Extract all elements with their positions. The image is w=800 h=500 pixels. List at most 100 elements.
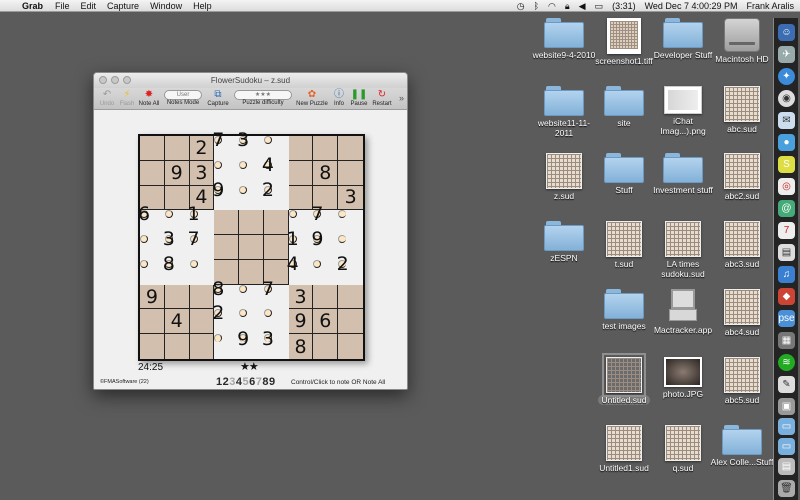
preview-icon[interactable]: ▤ <box>778 244 795 261</box>
desktop-icon[interactable]: Alex Colle...Stuff <box>710 425 774 467</box>
lock-icon[interactable]: 🔒︎ <box>565 1 570 12</box>
wifi-icon[interactable]: ◠ <box>548 1 556 12</box>
app-icon[interactable]: ▦ <box>778 332 795 349</box>
sudoku-cell[interactable] <box>338 309 363 335</box>
sudoku-cell[interactable]: 2 <box>337 253 349 275</box>
sudoku-cell[interactable] <box>313 334 339 359</box>
sudoku-cell[interactable] <box>338 334 363 359</box>
sudoku-cell[interactable] <box>214 235 240 260</box>
digit-button[interactable]: 8 <box>262 376 269 388</box>
toolbar-overflow-icon[interactable]: » <box>399 93 404 103</box>
sudoku-cell[interactable]: 2 <box>212 302 224 324</box>
desktop-icon[interactable]: t.sud <box>592 221 656 269</box>
digit-button[interactable]: 3 <box>229 376 236 388</box>
bluetooth-icon[interactable]: ᛒ <box>534 1 539 11</box>
sudoku-cell[interactable] <box>189 284 215 310</box>
sudoku-cell[interactable] <box>140 334 165 359</box>
sudoku-cell[interactable] <box>263 136 272 144</box>
capture-button[interactable]: ⧉ Capture <box>206 89 230 107</box>
user-name[interactable]: Frank Aralis <box>746 1 794 11</box>
sudoku-cell[interactable]: 6 <box>138 203 150 225</box>
digit-button[interactable]: 9 <box>269 376 276 388</box>
sudoku-cell[interactable] <box>239 160 248 169</box>
sudoku-cell[interactable] <box>164 185 190 211</box>
battery-time[interactable]: (3:31) <box>612 1 636 11</box>
battery-icon[interactable]: ▭ <box>595 1 604 12</box>
desktop-icon[interactable]: Macintosh HD <box>710 18 774 64</box>
app-icon[interactable]: ◆ <box>778 288 795 305</box>
sudoku-cell[interactable]: 8 <box>212 278 224 300</box>
folder-stack-icon[interactable]: ▭ <box>778 418 795 435</box>
sudoku-cell[interactable]: 3 <box>237 129 249 151</box>
sudoku-cell[interactable] <box>140 309 165 335</box>
notes-mode-control[interactable]: User Notes Mode <box>164 89 202 106</box>
sudoku-cell[interactable] <box>338 284 363 310</box>
clock-text[interactable]: Wed Dec 7 4:00:29 PM <box>645 1 738 11</box>
desktop-icon[interactable]: test images <box>592 289 656 331</box>
close-button[interactable] <box>99 76 107 84</box>
sudoku-cell[interactable] <box>239 309 248 318</box>
sudoku-cell[interactable] <box>214 160 223 169</box>
sudoku-cell[interactable] <box>140 235 148 244</box>
puzzle-difficulty-control[interactable]: ★★★ Puzzle difficulty <box>234 89 292 106</box>
desktop-icon[interactable]: Stuff <box>592 153 656 195</box>
photo-booth-icon[interactable]: ◎ <box>778 178 795 195</box>
sudoku-cell[interactable]: 7 <box>262 278 274 300</box>
volume-icon[interactable]: ◀ <box>579 1 586 12</box>
address-book-icon[interactable]: @ <box>778 200 795 217</box>
desktop-icon[interactable]: abc3.sud <box>710 221 774 269</box>
desktop-icon[interactable]: photo.JPG <box>651 357 715 399</box>
sudoku-cell[interactable]: 7 <box>212 129 224 151</box>
sudoku-cell[interactable]: 9 <box>140 284 165 310</box>
ichat-icon[interactable]: ● <box>778 134 795 151</box>
sudoku-cell[interactable]: 2 <box>189 136 215 161</box>
sudoku-cell[interactable]: 4 <box>287 253 299 275</box>
sudoku-cell[interactable]: 9 <box>212 179 224 201</box>
desktop-icon[interactable]: Developer Stuff <box>651 18 715 60</box>
difficulty-select[interactable]: ★★★ <box>234 90 292 100</box>
desktop-icon[interactable]: Mactracker.app <box>651 289 715 335</box>
desktop-icon[interactable]: site <box>592 86 656 128</box>
sudoku-cell[interactable] <box>338 235 347 244</box>
sudoku-cell[interactable] <box>239 210 264 236</box>
menu-window[interactable]: Window <box>150 1 182 11</box>
sudoku-cell[interactable]: 8 <box>313 160 339 186</box>
zoom-button[interactable] <box>123 76 131 84</box>
sudoku-cell[interactable]: 3 <box>189 160 215 186</box>
sudoku-cell[interactable]: 9 <box>164 160 190 186</box>
sudoku-cell[interactable]: 9 <box>237 328 249 350</box>
folder-stack-icon[interactable]: ▭ <box>778 438 795 455</box>
clock-icon[interactable]: ◷ <box>517 1 525 12</box>
sudoku-cell[interactable] <box>239 235 264 260</box>
new-puzzle-button[interactable]: ✿ New Puzzle <box>296 89 328 107</box>
mail-icon[interactable]: ✉ <box>778 112 795 129</box>
sudoku-cell[interactable]: 7 <box>311 203 323 225</box>
menu-help[interactable]: Help <box>193 1 212 11</box>
undo-button[interactable]: ↶ Undo <box>98 89 116 107</box>
sudoku-cell[interactable] <box>164 334 190 359</box>
sudoku-cell[interactable] <box>164 210 173 219</box>
desktop-icon[interactable]: abc2.sud <box>710 153 774 201</box>
sudoku-cell[interactable]: 9 <box>311 228 323 250</box>
sudoku-cell[interactable] <box>288 160 314 186</box>
flash-button[interactable]: ⚡︎ Flash <box>118 89 136 107</box>
sudoku-cell[interactable] <box>164 136 190 161</box>
sudoku-cell[interactable] <box>313 284 339 310</box>
desktop-icon[interactable]: screenshot1.tiff <box>592 18 656 66</box>
sudoku-cell[interactable] <box>239 259 264 285</box>
sudoku-cell[interactable] <box>189 259 198 268</box>
sudoku-cell[interactable] <box>239 284 248 293</box>
sudoku-cell[interactable]: 8 <box>288 334 314 359</box>
menu-edit[interactable]: Edit <box>81 1 97 11</box>
sudoku-cell[interactable]: 3 <box>163 228 175 250</box>
title-bar[interactable]: FlowerSudoku – z.sud <box>94 73 407 88</box>
sudoku-cell[interactable]: 7 <box>188 228 200 250</box>
sudoku-cell[interactable] <box>288 185 314 211</box>
sudoku-cell[interactable] <box>140 259 148 268</box>
digit-button[interactable]: 1 <box>216 376 223 388</box>
sudoku-cell[interactable] <box>164 284 190 310</box>
sudoku-cell[interactable]: 4 <box>164 309 190 335</box>
desktop-icon[interactable]: website11-11-2011 <box>532 86 596 138</box>
sudoku-cell[interactable]: 2 <box>262 179 274 201</box>
desktop-icon[interactable]: zESPN <box>532 221 596 263</box>
